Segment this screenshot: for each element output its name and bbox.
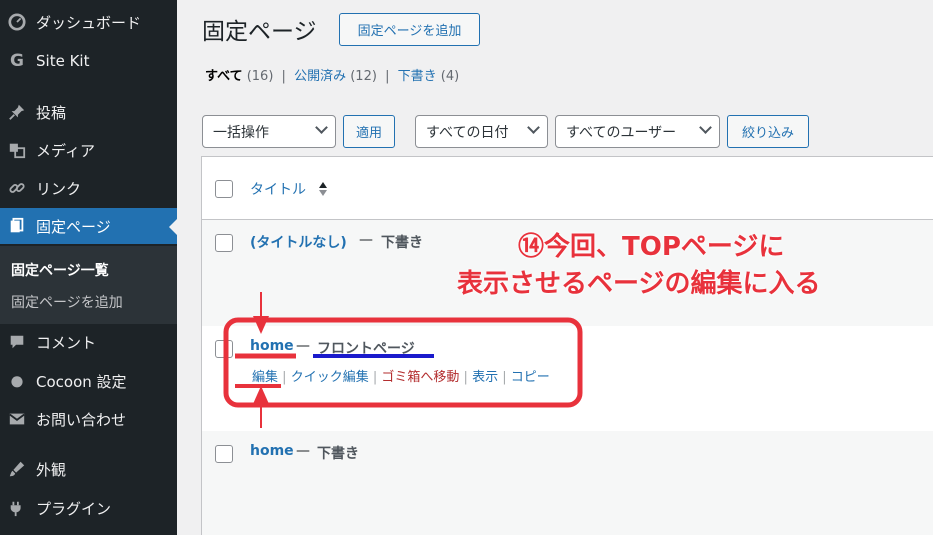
separator: | (463, 370, 468, 385)
column-title-sort[interactable]: タイトル (250, 179, 306, 199)
google-g-icon: G (10, 51, 24, 71)
trash-link[interactable]: ゴミ箱へ移動 (381, 370, 459, 385)
sidebar-item-label: 外観 (36, 460, 67, 479)
page-title-link[interactable]: home (250, 443, 294, 459)
dashboard-icon (7, 12, 27, 32)
submenu-add-page[interactable]: 固定ページを追加 (11, 292, 123, 312)
edit-link[interactable]: 編集 (252, 370, 278, 385)
separator: | (502, 370, 507, 385)
sidebar-item-pages[interactable]: 固定ページ (0, 208, 177, 244)
link-icon (7, 178, 27, 198)
sidebar-item-dashboard[interactable]: ダッシュボード (0, 4, 177, 40)
user-filter-value: すべてのユーザー (566, 124, 677, 141)
post-state-front-page: フロントページ (317, 341, 415, 357)
filter-all[interactable]: すべて (205, 69, 243, 84)
date-filter-select[interactable]: すべての日付 (415, 115, 548, 148)
add-page-button[interactable]: 固定ページを追加 (339, 13, 480, 46)
sidebar-item-label: Site Kit (36, 52, 90, 70)
filter-published-count: (12) (350, 69, 377, 84)
sidebar-item-plugins[interactable]: プラグイン (0, 490, 177, 526)
separator: | (372, 370, 378, 385)
plugin-icon (7, 498, 27, 518)
quick-edit-link[interactable]: クイック編集 (291, 370, 369, 385)
row-checkbox[interactable] (215, 340, 233, 358)
date-filter-value: すべての日付 (426, 124, 509, 141)
copy-link[interactable]: コピー (511, 370, 550, 385)
row-actions: 編集 | クイック編集 | ゴミ箱へ移動 | 表示 | コピー (252, 366, 550, 385)
separator: | (282, 370, 287, 385)
filter-drafts[interactable]: 下書き (398, 69, 437, 84)
title-dash: — (296, 338, 310, 354)
brush-icon (7, 459, 27, 479)
sidebar-item-label: 固定ページ (36, 217, 111, 236)
sidebar-item-label: Cocoon 設定 (36, 372, 127, 391)
post-state: 下書き (381, 235, 423, 251)
annotation-line-1: ⑭今回、TOPページに (518, 232, 785, 262)
sidebar-item-label: リンク (36, 179, 82, 198)
sidebar-item-label: コメント (36, 333, 97, 352)
sort-arrows-icon[interactable] (318, 181, 328, 201)
egg-icon (7, 371, 27, 391)
chevron-down-icon (527, 121, 540, 134)
sidebar-item-label: メディア (36, 141, 95, 160)
submenu-all-pages[interactable]: 固定ページ一覧 (11, 260, 109, 280)
title-dash: — (296, 443, 310, 459)
bulk-action-value: 一括操作 (213, 124, 269, 141)
sidebar-item-contact[interactable]: お問い合わせ (0, 401, 177, 437)
table-header-row: タイトル (202, 157, 933, 220)
row-checkbox[interactable] (215, 445, 233, 463)
pages-table: タイトル (タイトルなし) — 下書き home — フロントページ 編集 | … (201, 156, 933, 535)
page-title-link[interactable]: home (250, 338, 294, 354)
separator: | (281, 69, 286, 84)
sidebar-item-sitekit[interactable]: G Site Kit (0, 43, 177, 79)
bulk-action-select[interactable]: 一括操作 (202, 115, 336, 148)
page-title: 固定ページ (202, 19, 317, 45)
view-link[interactable]: 表示 (472, 370, 498, 385)
sidebar-item-comments[interactable]: コメント (0, 324, 177, 360)
filter-drafts-count: (4) (440, 69, 460, 84)
title-dash: — (359, 232, 373, 248)
sidebar-item-links[interactable]: リンク (0, 170, 177, 206)
sidebar-item-label: プラグイン (36, 499, 112, 518)
chevron-down-icon (699, 121, 712, 134)
select-all-checkbox[interactable] (215, 180, 233, 198)
separator: | (385, 69, 390, 84)
row-checkbox[interactable] (215, 234, 233, 252)
pages-submenu: 固定ページ一覧 固定ページを追加 (0, 246, 177, 324)
chevron-down-icon (315, 121, 328, 134)
sidebar-item-media[interactable]: メディア (0, 132, 177, 168)
sidebar-item-appearance[interactable]: 外観 (0, 451, 177, 487)
sidebar-item-cocoon[interactable]: Cocoon 設定 (0, 363, 177, 399)
media-icon (7, 140, 27, 160)
filter-published[interactable]: 公開済み (294, 69, 346, 84)
sidebar-item-label: ダッシュボード (36, 13, 142, 32)
pushpin-icon (7, 102, 27, 122)
sidebar-item-label: 投稿 (36, 103, 67, 122)
table-row (202, 431, 933, 535)
apply-button[interactable]: 適用 (343, 115, 395, 148)
filter-all-count: (16) (246, 69, 274, 84)
sidebar-item-posts[interactable]: 投稿 (0, 94, 177, 130)
pages-icon (7, 216, 27, 236)
admin-sidebar: ダッシュボード G Site Kit 投稿 メディア リンク 固定ページ 固定ペ… (0, 0, 177, 535)
status-filter-links: すべて (16) | 公開済み (12) | 下書き (4) (205, 65, 459, 84)
mail-icon (7, 409, 27, 429)
annotation-line-2: 表示させるページの編集に入る (457, 269, 821, 299)
page-title-link[interactable]: (タイトルなし) (250, 232, 347, 252)
filter-button[interactable]: 絞り込み (727, 115, 809, 148)
user-filter-select[interactable]: すべてのユーザー (555, 115, 720, 148)
comment-icon (7, 332, 27, 352)
post-state: 下書き (317, 446, 359, 462)
sidebar-item-label: お問い合わせ (36, 410, 127, 429)
